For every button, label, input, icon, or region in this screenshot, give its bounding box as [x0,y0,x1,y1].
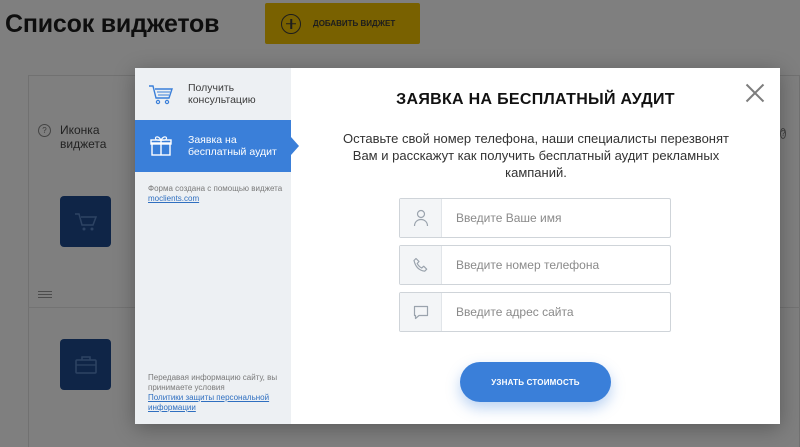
sidebar-item-audit[interactable]: Заявка на бесплатный аудит [135,120,291,172]
phone-input[interactable] [442,247,662,283]
sidebar-item-label: Заявка на бесплатный аудит [188,134,277,158]
sidebar-item-label: Получить консультацию [188,82,256,106]
user-icon [400,199,442,237]
gift-icon [148,133,174,159]
site-input[interactable] [442,294,662,330]
modal-sidebar: Получить консультацию Заявка на бесплатн… [135,68,291,424]
comment-icon [400,293,442,331]
sidebar-item-consultation[interactable]: Получить консультацию [135,68,291,120]
get-price-button[interactable]: УЗНАТЬ СТОИМОСТЬ [460,362,611,402]
phone-icon [400,246,442,284]
site-field [399,292,671,332]
name-input[interactable] [442,200,662,236]
modal-title: ЗАЯВКА НА БЕСПЛАТНЫЙ АУДИТ [396,91,675,108]
modal-description: Оставьте свой номер телефона, наши специ… [343,131,729,180]
name-field [399,198,671,238]
privacy-note: Передавая информацию сайту, вы принимает… [148,373,288,413]
moclients-link[interactable]: moclients.com [148,194,199,203]
audit-request-modal: Получить консультацию Заявка на бесплатн… [135,68,780,424]
privacy-policy-link[interactable]: Политики защиты персональной информации [148,393,288,413]
modal-content: ЗАЯВКА НА БЕСПЛАТНЫЙ АУДИТ Оставьте свой… [291,68,780,424]
cart-icon [148,81,174,107]
form-credit-note: Форма создана с помощью виджета moclient… [148,184,283,204]
form-credit-text: Форма создана с помощью виджета [148,184,283,193]
privacy-text: Передавая информацию сайту, вы принимает… [148,373,278,392]
phone-field [399,245,671,285]
